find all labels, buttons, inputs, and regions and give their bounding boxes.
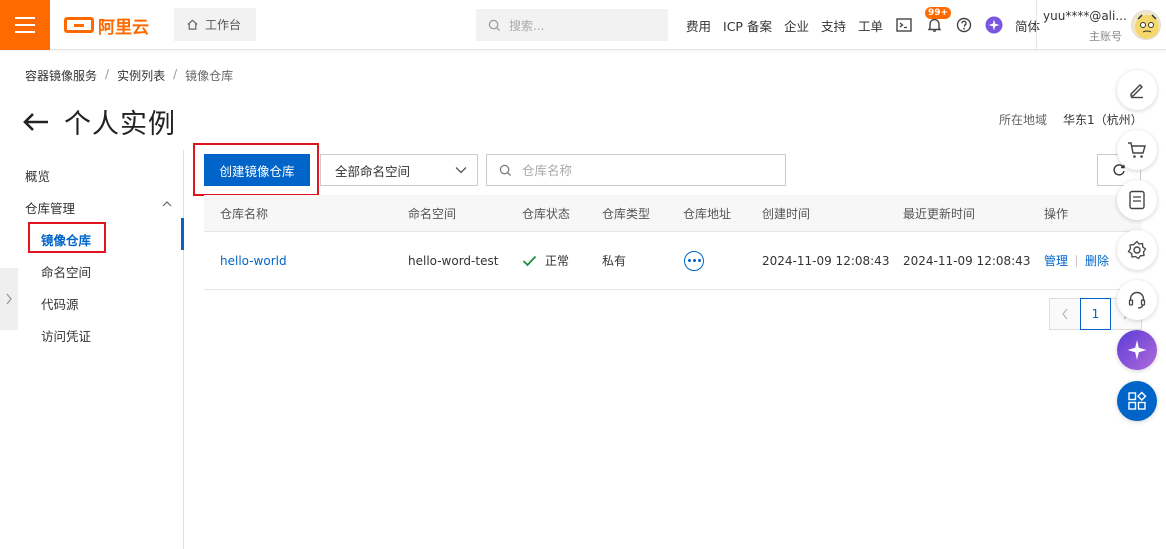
breadcrumb-separator: / — [173, 67, 178, 81]
edit-icon[interactable] — [1117, 70, 1157, 110]
notification-badge: 99+ — [925, 7, 952, 19]
workbench-label: 工作台 — [205, 18, 242, 32]
column-header-type: 仓库类型 — [602, 206, 651, 221]
repo-status-label: 正常 — [545, 254, 570, 268]
user-name: yuu****@ali... — [1043, 9, 1127, 23]
sidebar-item-overview[interactable]: 概览 — [25, 166, 50, 185]
breadcrumb: 容器镜像服务 / 实例列表 / 镜像仓库 — [25, 67, 233, 84]
sidebar-item-code-sources[interactable]: 代码源 — [41, 294, 79, 313]
region-label: 所在地域 — [999, 113, 1048, 127]
nav-link-icp[interactable]: ICP 备案 — [723, 16, 772, 35]
repo-status: 正常 — [522, 232, 569, 289]
global-search-placeholder: 搜索... — [509, 18, 545, 33]
action-divider — [1076, 254, 1078, 267]
home-icon — [187, 19, 198, 30]
repo-type: 私有 — [602, 254, 627, 268]
search-icon — [488, 19, 501, 31]
notification-bell-icon[interactable]: 99+ — [925, 7, 952, 34]
column-header-namespace: 命名空间 — [408, 206, 457, 221]
repo-name-link[interactable]: hello-world — [220, 232, 287, 289]
top-nav-links: 费用 ICP 备案 企业 支持 工单 99+ 简体 — [686, 0, 1040, 50]
terminal-icon[interactable] — [895, 16, 913, 34]
manage-link[interactable]: 管理 — [1044, 252, 1068, 269]
breadcrumb-separator: / — [105, 67, 110, 81]
more-icon[interactable] — [684, 250, 704, 271]
nav-link-support[interactable]: 支持 — [821, 16, 846, 35]
search-icon — [499, 164, 512, 176]
region-info: 所在地域 华东1（杭州） — [999, 111, 1143, 128]
repo-search-input[interactable] — [522, 162, 762, 178]
global-search-input[interactable]: 搜索... — [476, 9, 668, 41]
sidebar-item-namespaces[interactable]: 命名空间 — [41, 262, 91, 281]
repo-updated-time: 2024-11-09 12:08:43 — [903, 253, 1031, 268]
headset-icon[interactable] — [1117, 280, 1157, 320]
ai-assistant-icon[interactable] — [1117, 330, 1157, 370]
delete-link[interactable]: 删除 — [1085, 252, 1109, 269]
nav-link-billing[interactable]: 费用 — [686, 16, 711, 35]
column-header-status: 仓库状态 — [522, 206, 571, 221]
pagination-prev-button[interactable] — [1049, 298, 1081, 330]
top-bar: 阿里云 工作台 搜索... 费用 ICP 备案 企业 支持 工单 99+ 简体 … — [0, 0, 1166, 50]
column-header-created: 创建时间 — [762, 206, 811, 221]
sidebar-active-indicator — [181, 218, 184, 250]
help-icon[interactable] — [955, 16, 973, 34]
sidebar-item-access-credentials[interactable]: 访问凭证 — [41, 326, 91, 345]
app-icon[interactable] — [1117, 180, 1157, 220]
create-repo-button[interactable]: 创建镜像仓库 — [204, 154, 310, 186]
aliyun-logo[interactable]: 阿里云 — [64, 14, 149, 38]
breadcrumb-item-instances[interactable]: 实例列表 — [117, 67, 165, 84]
repo-search-field[interactable] — [486, 154, 786, 186]
back-arrow-icon[interactable] — [22, 112, 50, 132]
column-header-address: 仓库地址 — [683, 206, 732, 221]
menu-icon[interactable] — [0, 0, 50, 50]
page-title: 个人实例 — [64, 109, 176, 140]
table-header: 仓库名称 命名空间 仓库状态 仓库类型 仓库地址 创建时间 最近更新时间 操作 — [204, 195, 1142, 232]
workbench-button[interactable]: 工作台 — [174, 8, 256, 41]
settings-icon[interactable] — [1117, 230, 1157, 270]
user-role: 主账号 — [1089, 30, 1122, 43]
repo-created-time: 2024-11-09 12:08:43 — [762, 253, 890, 268]
page-header: 个人实例 — [22, 102, 176, 141]
table-row: hello-world hello-word-test 正常 私有 2024-1… — [204, 232, 1142, 290]
column-header-updated: 最近更新时间 — [903, 206, 976, 221]
apps-grid-icon[interactable] — [1117, 381, 1157, 421]
chevron-down-icon — [455, 167, 467, 174]
breadcrumb-item-current: 镜像仓库 — [185, 69, 234, 83]
brand-name: 阿里云 — [98, 17, 149, 38]
chevron-left-icon — [1062, 308, 1068, 320]
avatar[interactable] — [1131, 10, 1161, 40]
nav-link-enterprise[interactable]: 企业 — [784, 16, 809, 35]
ai-assistant-icon[interactable] — [985, 16, 1003, 34]
chevron-right-icon — [6, 293, 12, 305]
repo-namespace: hello-word-test — [408, 253, 499, 268]
nav-link-ticket[interactable]: 工单 — [858, 16, 883, 35]
column-header-actions: 操作 — [1044, 206, 1069, 221]
check-icon — [522, 255, 537, 266]
breadcrumb-item-service[interactable]: 容器镜像服务 — [25, 67, 97, 84]
logo-mark-icon — [64, 17, 94, 33]
repo-actions: 管理 删除 — [1044, 232, 1109, 289]
chevron-up-icon[interactable] — [162, 200, 172, 208]
namespace-select-value: 全部命名空间 — [335, 163, 411, 179]
sidebar-collapse-handle[interactable] — [0, 268, 18, 330]
cart-icon[interactable] — [1117, 130, 1157, 170]
user-menu[interactable]: yuu****@ali... 主账号 — [1036, 0, 1166, 50]
highlight-box-image-repos — [28, 222, 106, 253]
namespace-select[interactable]: 全部命名空间 — [320, 154, 478, 186]
region-selector[interactable]: 华东1（杭州） — [1063, 111, 1143, 128]
column-header-name: 仓库名称 — [220, 206, 269, 221]
sidebar: 概览 仓库管理 镜像仓库 命名空间 代码源 访问凭证 — [0, 150, 184, 549]
repo-address — [684, 232, 704, 289]
pagination-page[interactable]: 1 — [1080, 298, 1111, 330]
sidebar-group-repo-management[interactable]: 仓库管理 — [25, 198, 75, 217]
